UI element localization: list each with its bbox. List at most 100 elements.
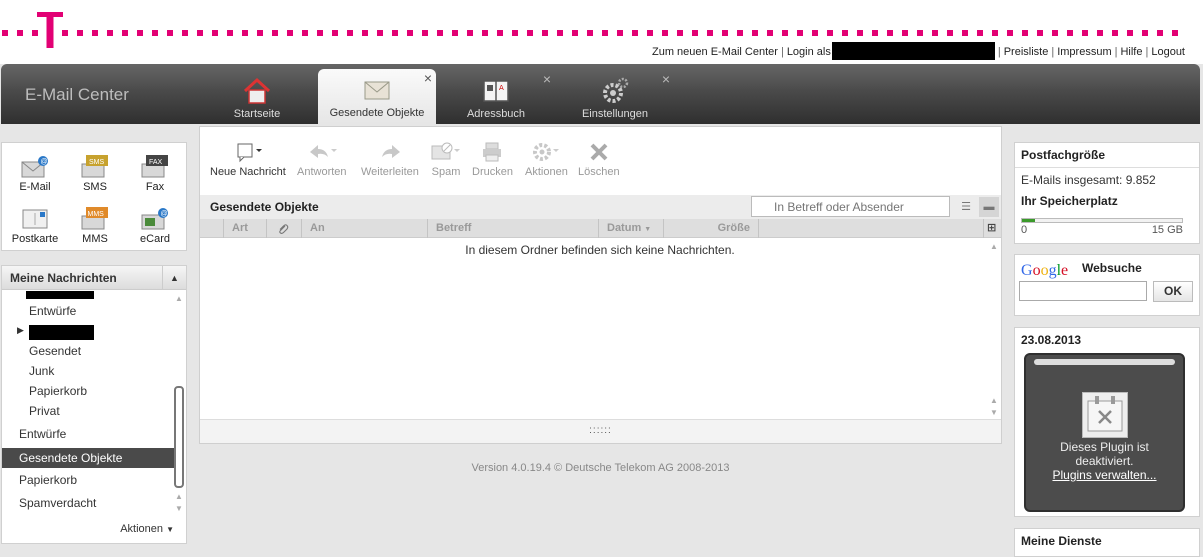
- compose-ecard[interactable]: @ eCard: [125, 207, 185, 245]
- scroll-thumb[interactable]: [174, 386, 184, 488]
- envelope-icon: [364, 81, 390, 100]
- folder-sub-papierkorb[interactable]: Papierkorb: [29, 384, 87, 398]
- folder-sub-privat[interactable]: Privat: [29, 404, 60, 418]
- my-services-panel: Meine Dienste: [1014, 528, 1200, 557]
- storage-max: 15 GB: [1151, 224, 1183, 236]
- storage-progress-fill: [1022, 219, 1035, 222]
- list-view-icon[interactable]: ☰: [956, 197, 976, 217]
- redacted-username: [831, 42, 995, 60]
- postcard-icon: [22, 209, 48, 229]
- spam-button[interactable]: Spam: [430, 141, 462, 178]
- tab-startseite[interactable]: Startseite: [198, 70, 316, 124]
- delete-button[interactable]: Löschen: [578, 141, 620, 178]
- widget-date: 23.08.2013: [1021, 333, 1082, 347]
- redacted-folder-name: [26, 291, 94, 299]
- tab-label: Adressbuch: [466, 108, 526, 120]
- preview-view-icon[interactable]: ▬: [979, 197, 999, 217]
- forward-button[interactable]: Weiterleiten: [361, 141, 419, 178]
- message-list-panel: Neue Nachricht Antworten Weiterleiten Sp…: [199, 126, 1002, 444]
- fax-icon: FAX: [141, 155, 168, 178]
- message-toolbar: Neue Nachricht Antworten Weiterleiten Sp…: [200, 127, 1001, 194]
- tab-gesendete-objekte[interactable]: × Gesendete Objekte: [318, 69, 436, 124]
- main-navbar: E-Mail Center Startseite × Gesendete Obj…: [1, 64, 1200, 124]
- folder-gesendete-objekte[interactable]: Gesendete Objekte: [2, 448, 174, 468]
- tab-label: Startseite: [233, 108, 281, 120]
- storage-min: 0: [1021, 224, 1028, 236]
- svg-text:Google: Google: [1021, 262, 1068, 279]
- imprint-link[interactable]: Impressum: [1057, 46, 1111, 58]
- new-message-button[interactable]: Neue Nachricht: [210, 141, 286, 178]
- mms-icon: MMS: [81, 207, 108, 230]
- mailbox-size-title: Postfachgröße: [1015, 143, 1199, 168]
- reply-button[interactable]: Antworten: [297, 141, 347, 178]
- svg-text:@: @: [161, 211, 168, 218]
- storage-label: Ihr Speicherplatz: [1021, 194, 1118, 208]
- gear-icon: [603, 77, 629, 103]
- column-config-icon[interactable]: ⊞: [983, 219, 1001, 238]
- pricelist-link[interactable]: Preisliste: [1004, 46, 1049, 58]
- resize-grip[interactable]: ::::::: [200, 419, 1001, 443]
- folder-sub-entwuerfe[interactable]: Entwürfe: [29, 304, 76, 318]
- folder-actions-button[interactable]: Aktionen ▼: [120, 523, 174, 535]
- printer-icon: [483, 142, 502, 162]
- column-betreff[interactable]: Betreff: [427, 219, 598, 238]
- storage-progress-bar: [1021, 218, 1183, 223]
- column-header-row: Art An Betreff Datum ▼ Größe ⊞: [200, 219, 1001, 238]
- my-services-title: Meine Dienste: [1021, 534, 1102, 548]
- tab-einstellungen[interactable]: × Einstellungen: [556, 70, 674, 124]
- plugin-placeholder: Dieses Plugin ist deaktiviert. Plugins v…: [1024, 353, 1185, 512]
- compose-postkarte[interactable]: Postkarte: [5, 207, 65, 245]
- list-header: Gesendete Objekte ☰ ▬: [200, 195, 1001, 219]
- actions-button[interactable]: Aktionen: [525, 141, 568, 178]
- tab-label: Gesendete Objekte: [329, 107, 425, 119]
- search-input[interactable]: [751, 196, 950, 217]
- folder-spamverdacht[interactable]: Spamverdacht: [19, 496, 96, 510]
- print-button[interactable]: Drucken: [472, 141, 513, 178]
- help-link[interactable]: Hilfe: [1120, 46, 1142, 58]
- new-center-link[interactable]: Zum neuen E-Mail Center: [652, 46, 778, 58]
- tab-adressbuch[interactable]: × A Adressbuch: [437, 70, 555, 124]
- svg-text:@: @: [41, 159, 48, 166]
- compose-mms[interactable]: MMS MMS: [65, 207, 125, 245]
- folder-sub-junk[interactable]: Junk: [29, 364, 54, 378]
- logout-link[interactable]: Logout: [1151, 46, 1185, 58]
- folder-panel-title: Meine Nachrichten: [10, 271, 117, 285]
- spam-icon: [431, 142, 460, 160]
- folder-entwuerfe[interactable]: Entwürfe: [19, 427, 66, 441]
- column-groesse[interactable]: Größe: [663, 219, 759, 238]
- compose-fax[interactable]: FAX Fax: [125, 155, 185, 193]
- app-title: E-Mail Center: [25, 85, 129, 104]
- plugins-manage-link[interactable]: Plugins verwalten...: [1026, 468, 1183, 482]
- compose-sms[interactable]: SMS SMS: [65, 155, 125, 193]
- ecard-icon: @: [141, 208, 168, 230]
- mailbox-size-panel: Postfachgröße E-Mails insgesamt: 9.852 I…: [1014, 142, 1200, 244]
- folder-panel-header: Meine Nachrichten ▲: [2, 266, 186, 290]
- folder-sub-gesendet[interactable]: Gesendet: [29, 344, 81, 358]
- forward-icon: [381, 145, 400, 158]
- websearch-input[interactable]: [1019, 281, 1147, 301]
- column-art[interactable]: Art: [223, 219, 266, 238]
- close-icon[interactable]: ×: [424, 70, 432, 86]
- column-datum[interactable]: Datum ▼: [598, 219, 663, 238]
- close-icon[interactable]: ×: [543, 71, 551, 87]
- telekom-logo: [37, 12, 63, 48]
- close-icon[interactable]: ×: [662, 71, 670, 87]
- dropdown-caret-icon: ▼: [166, 525, 174, 534]
- header-links: Zum neuen E-Mail Center | Login als | Preisl…: [652, 42, 1185, 60]
- attachment-icon[interactable]: [266, 219, 301, 238]
- new-message-icon: [237, 143, 262, 163]
- websearch-ok-button[interactable]: OK: [1153, 281, 1193, 302]
- redacted-folder-name: [29, 325, 94, 340]
- sms-icon: SMS: [81, 155, 108, 178]
- compose-email[interactable]: @ E-Mail: [5, 155, 65, 193]
- folder-scrollbar[interactable]: ▲ ▲ ▼: [172, 290, 186, 518]
- collapse-up-icon[interactable]: ▲: [162, 266, 186, 289]
- expand-arrow-icon[interactable]: ▶: [17, 325, 24, 336]
- folder-papierkorb[interactable]: Papierkorb: [19, 473, 77, 487]
- list-scrollbar[interactable]: ▲ ▲ ▼: [987, 238, 1001, 419]
- tab-label: Einstellungen: [581, 108, 649, 120]
- folder-title: Gesendete Objekte: [210, 200, 319, 214]
- sort-desc-icon: ▼: [644, 226, 652, 233]
- column-an[interactable]: An: [301, 219, 427, 238]
- plugin-topbar: [1034, 359, 1175, 365]
